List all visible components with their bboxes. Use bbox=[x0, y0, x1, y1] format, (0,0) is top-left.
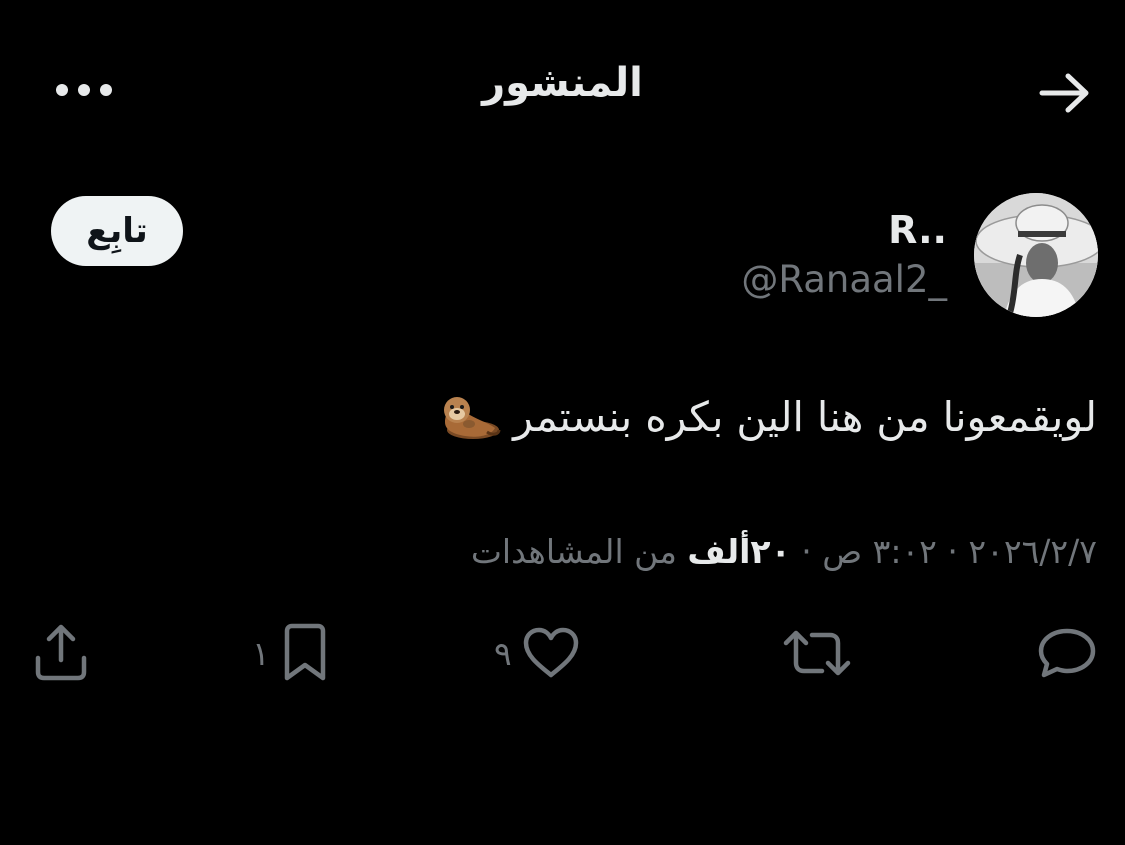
post-date: ٢٠٢٦/٢/٧ bbox=[968, 532, 1097, 571]
post-text: لويقمعونا من هنا الين بكره بنستمر bbox=[437, 392, 1097, 442]
share-button[interactable] bbox=[30, 620, 92, 686]
meta-separator: · bbox=[947, 532, 958, 571]
post-text-content: لويقمعونا من هنا الين بكره بنستمر bbox=[513, 393, 1097, 441]
heart-icon bbox=[523, 627, 578, 678]
post-detail-screen: المنشور R.. @Ranaal2_ تابِع لويقمعونا من… bbox=[0, 0, 1125, 845]
post-time: ٣:٠٢ ص bbox=[822, 532, 937, 571]
repost-button[interactable] bbox=[782, 620, 852, 686]
like-count: ٩ bbox=[494, 633, 512, 673]
bookmark-icon bbox=[284, 623, 325, 681]
follow-button[interactable]: تابِع bbox=[51, 196, 183, 266]
views-count[interactable]: ٢٠ألف bbox=[687, 532, 790, 571]
otter-emoji-icon bbox=[444, 397, 501, 439]
author-handle[interactable]: @Ranaal2_ bbox=[741, 258, 947, 301]
like-button[interactable]: ٩ bbox=[494, 620, 582, 686]
bookmark-count: ١ bbox=[252, 633, 270, 673]
views-label: من المشاهدات bbox=[470, 532, 677, 571]
avatar-photo bbox=[974, 193, 1098, 317]
bookmark-button[interactable]: ١ bbox=[252, 620, 332, 686]
author-display-name[interactable]: R.. bbox=[888, 208, 947, 252]
repost-icon bbox=[783, 630, 851, 676]
reply-icon bbox=[1038, 628, 1096, 678]
meta-separator: · bbox=[801, 532, 812, 571]
reply-button[interactable] bbox=[1036, 620, 1098, 686]
avatar[interactable] bbox=[974, 193, 1098, 317]
share-icon bbox=[35, 624, 87, 681]
more-horizontal-icon bbox=[56, 84, 112, 96]
more-options-button[interactable] bbox=[48, 70, 120, 110]
page-title: المنشور bbox=[482, 60, 643, 106]
post-meta: ٢٠٢٦/٢/٧ · ٣:٠٢ ص · ٢٠ألف من المشاهدات bbox=[471, 532, 1097, 571]
